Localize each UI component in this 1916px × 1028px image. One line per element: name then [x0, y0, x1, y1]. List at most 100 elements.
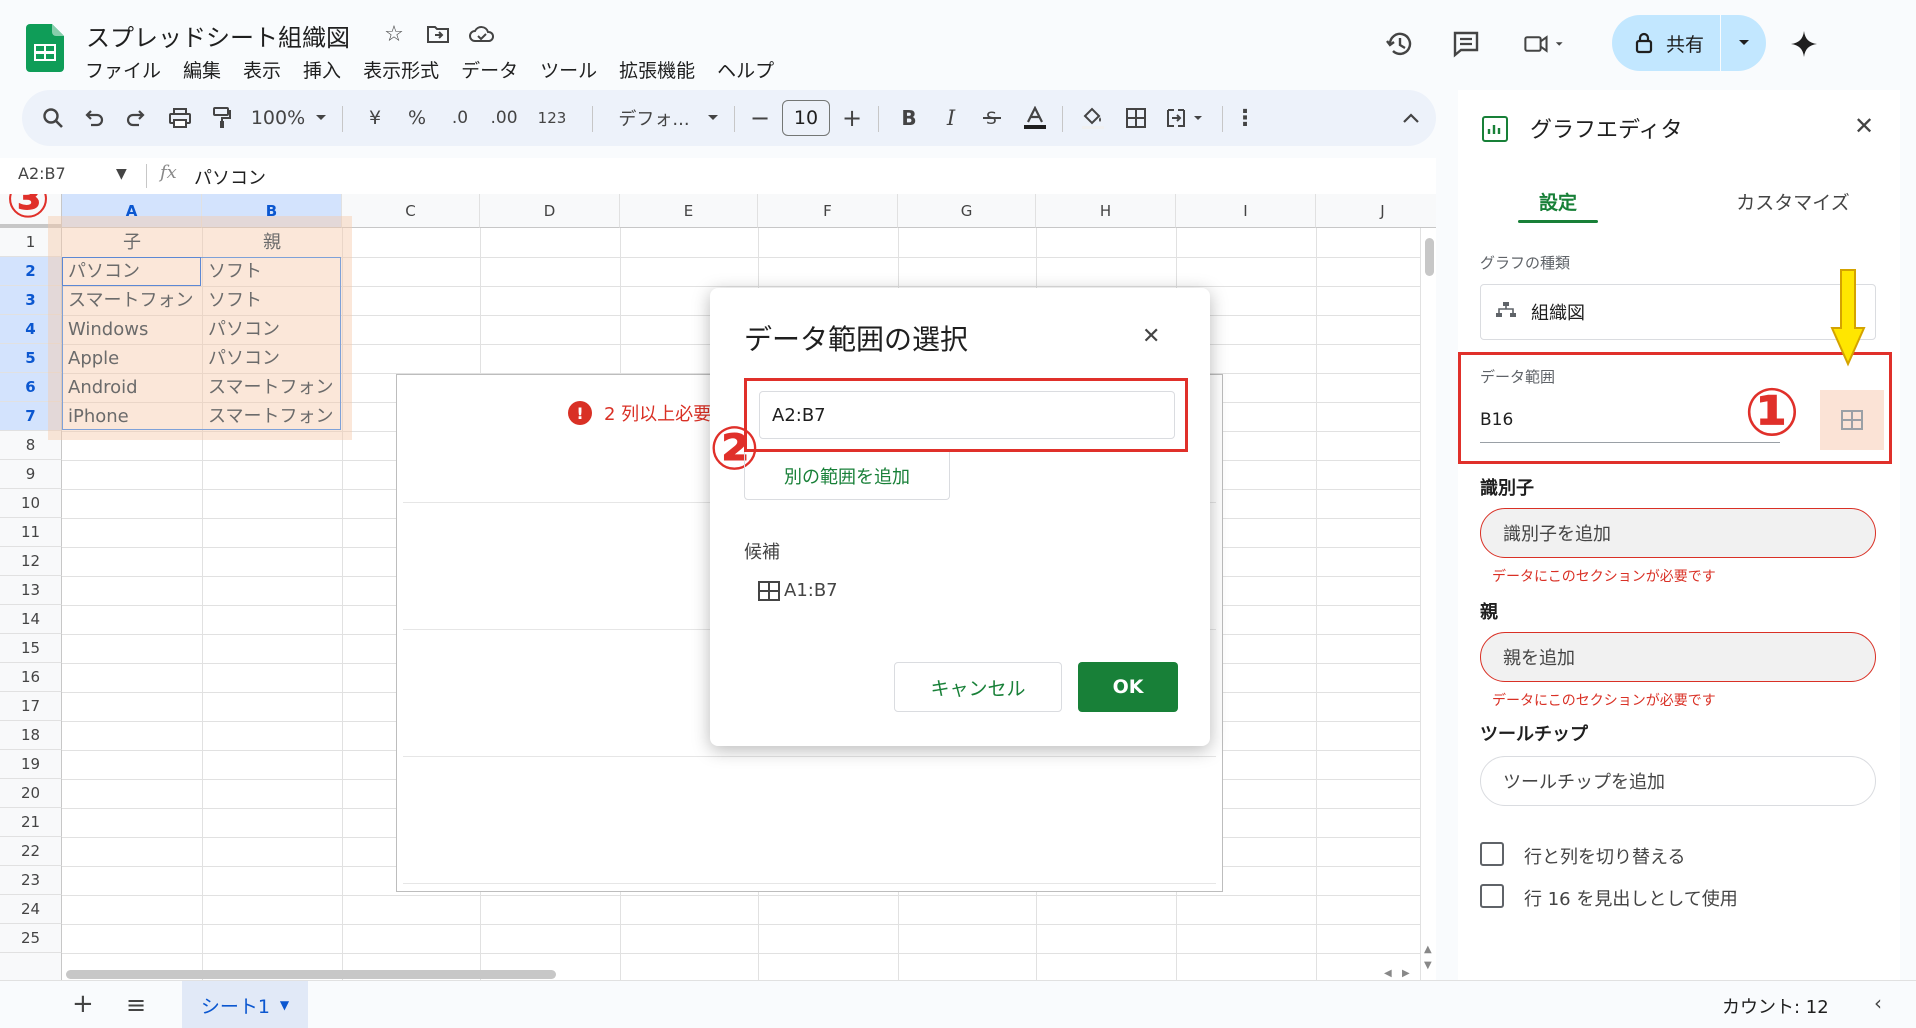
- row-header[interactable]: 12: [0, 547, 62, 576]
- add-another-range-button[interactable]: 別の範囲を追加: [744, 452, 950, 500]
- print-icon[interactable]: [164, 90, 196, 146]
- add-sheet-icon[interactable]: +: [72, 989, 94, 1019]
- cell-b7[interactable]: スマートフォン: [202, 402, 333, 431]
- cell-b1[interactable]: 親: [202, 228, 342, 257]
- cell-b2[interactable]: ソフト: [202, 257, 262, 286]
- row-header[interactable]: 16: [0, 663, 62, 692]
- share-dropdown-icon[interactable]: [1721, 15, 1766, 71]
- meet-video-icon[interactable]: [1522, 22, 1566, 66]
- select-data-range-button[interactable]: [1820, 390, 1884, 450]
- column-header-e[interactable]: E: [620, 194, 758, 228]
- menu-view[interactable]: 表示: [232, 54, 292, 85]
- column-header-f[interactable]: F: [758, 194, 898, 228]
- cell-b6[interactable]: スマートフォン: [202, 373, 333, 402]
- currency-format-button[interactable]: ¥: [360, 90, 390, 146]
- paint-format-icon[interactable]: [206, 90, 238, 146]
- name-box-caret-icon[interactable]: ▼: [116, 166, 127, 182]
- strikethrough-icon[interactable]: S: [976, 90, 1008, 146]
- row-header[interactable]: 13: [0, 576, 62, 605]
- suggested-range-item[interactable]: A1:B7: [758, 580, 838, 601]
- sheet-tab[interactable]: シート1 ▼: [182, 981, 308, 1028]
- formula-input[interactable]: パソコン: [194, 164, 266, 190]
- menu-data[interactable]: データ: [450, 54, 529, 85]
- row-header[interactable]: 24: [0, 895, 62, 924]
- decrease-decimal-button[interactable]: .0: [442, 90, 478, 146]
- share-main-button[interactable]: 共有: [1612, 15, 1720, 71]
- menu-extensions[interactable]: 拡張機能: [608, 54, 706, 85]
- vertical-scrollbar[interactable]: ▲ ▼: [1420, 228, 1436, 980]
- font-caret-icon[interactable]: [704, 90, 722, 146]
- row-header[interactable]: 20: [0, 779, 62, 808]
- column-header-j[interactable]: J: [1316, 194, 1436, 228]
- redo-icon[interactable]: [120, 90, 152, 146]
- selection-count[interactable]: カウント: 12: [1722, 993, 1829, 1019]
- scroll-down-icon[interactable]: ▼: [1424, 960, 1432, 971]
- number-format-button[interactable]: 123: [532, 90, 572, 146]
- row-header[interactable]: 21: [0, 808, 62, 837]
- document-title[interactable]: スプレッドシート組織図: [86, 18, 350, 53]
- font-size-input[interactable]: 10: [782, 100, 830, 136]
- ok-button[interactable]: OK: [1078, 662, 1178, 712]
- menu-file[interactable]: ファイル: [74, 54, 172, 85]
- move-folder-icon[interactable]: [422, 18, 454, 50]
- font-size-increase-icon[interactable]: +: [838, 90, 866, 146]
- cell-b4[interactable]: パソコン: [202, 315, 280, 344]
- row-header[interactable]: 19: [0, 750, 62, 779]
- row-header[interactable]: 9: [0, 460, 62, 489]
- sheets-logo-icon[interactable]: [26, 24, 64, 72]
- more-options-icon[interactable]: ⋮: [1234, 90, 1256, 146]
- column-header-g[interactable]: G: [898, 194, 1036, 228]
- scroll-left-icon[interactable]: ◀: [1384, 968, 1392, 979]
- side-panel-toggle-icon[interactable]: ‹: [1874, 991, 1882, 1015]
- sheet-tab-caret-icon[interactable]: ▼: [280, 998, 289, 1012]
- cell-a5[interactable]: Apple: [62, 344, 119, 373]
- row-header[interactable]: 14: [0, 605, 62, 634]
- column-header-c[interactable]: C: [342, 194, 480, 228]
- borders-icon[interactable]: [1120, 90, 1152, 146]
- row-header[interactable]: 10: [0, 489, 62, 518]
- cancel-button[interactable]: キャンセル: [894, 662, 1062, 712]
- cloud-saved-icon[interactable]: [466, 18, 498, 50]
- row-header[interactable]: 25: [0, 924, 62, 953]
- column-header-h[interactable]: H: [1036, 194, 1176, 228]
- row-header[interactable]: 15: [0, 634, 62, 663]
- cell-a3[interactable]: スマートフォン: [62, 286, 193, 315]
- tab-customize[interactable]: カスタマイズ: [1708, 188, 1878, 215]
- close-icon[interactable]: ✕: [1142, 324, 1160, 349]
- star-icon[interactable]: ☆: [378, 18, 410, 50]
- add-tooltip-field[interactable]: ツールチップを追加: [1480, 756, 1876, 806]
- zoom-select[interactable]: 100%: [248, 90, 308, 146]
- share-button[interactable]: 共有: [1612, 15, 1766, 71]
- tab-setup[interactable]: 設定: [1508, 188, 1608, 215]
- row-header[interactable]: 11: [0, 518, 62, 547]
- all-sheets-icon[interactable]: ≡: [126, 991, 146, 1019]
- row-header[interactable]: 23: [0, 866, 62, 895]
- use-row-header-checkbox[interactable]: [1480, 884, 1504, 908]
- menu-insert[interactable]: 挿入: [292, 54, 352, 85]
- percent-format-button[interactable]: %: [402, 90, 432, 146]
- row-header[interactable]: 18: [0, 721, 62, 750]
- merge-cells-icon[interactable]: [1162, 90, 1210, 146]
- switch-rows-columns-checkbox[interactable]: [1480, 842, 1504, 866]
- history-icon[interactable]: [1378, 22, 1422, 66]
- data-range-input[interactable]: B16: [1480, 410, 1513, 430]
- scroll-up-icon[interactable]: ▲: [1424, 944, 1432, 955]
- cell-b3[interactable]: ソフト: [202, 286, 262, 315]
- menu-tools[interactable]: ツール: [529, 54, 608, 85]
- cell-a1[interactable]: 子: [62, 228, 202, 257]
- fill-color-icon[interactable]: [1076, 90, 1110, 146]
- gemini-sparkle-icon[interactable]: [1782, 22, 1826, 66]
- font-family-select[interactable]: デフォ...: [606, 90, 702, 146]
- vertical-scroll-thumb[interactable]: [1425, 238, 1434, 276]
- menu-format[interactable]: 表示形式: [352, 54, 450, 85]
- collapse-toolbar-icon[interactable]: [1396, 90, 1426, 146]
- cell-a2[interactable]: パソコン: [62, 257, 140, 286]
- undo-icon[interactable]: [78, 90, 110, 146]
- chart-type-select[interactable]: 組織図: [1480, 284, 1876, 340]
- add-parent-field[interactable]: 親を追加: [1480, 632, 1876, 682]
- add-identifier-field[interactable]: 識別子を追加: [1480, 508, 1876, 558]
- row-header[interactable]: 22: [0, 837, 62, 866]
- row-header[interactable]: 17: [0, 692, 62, 721]
- cell-b5[interactable]: パソコン: [202, 344, 280, 373]
- menu-help[interactable]: ヘルプ: [706, 54, 785, 85]
